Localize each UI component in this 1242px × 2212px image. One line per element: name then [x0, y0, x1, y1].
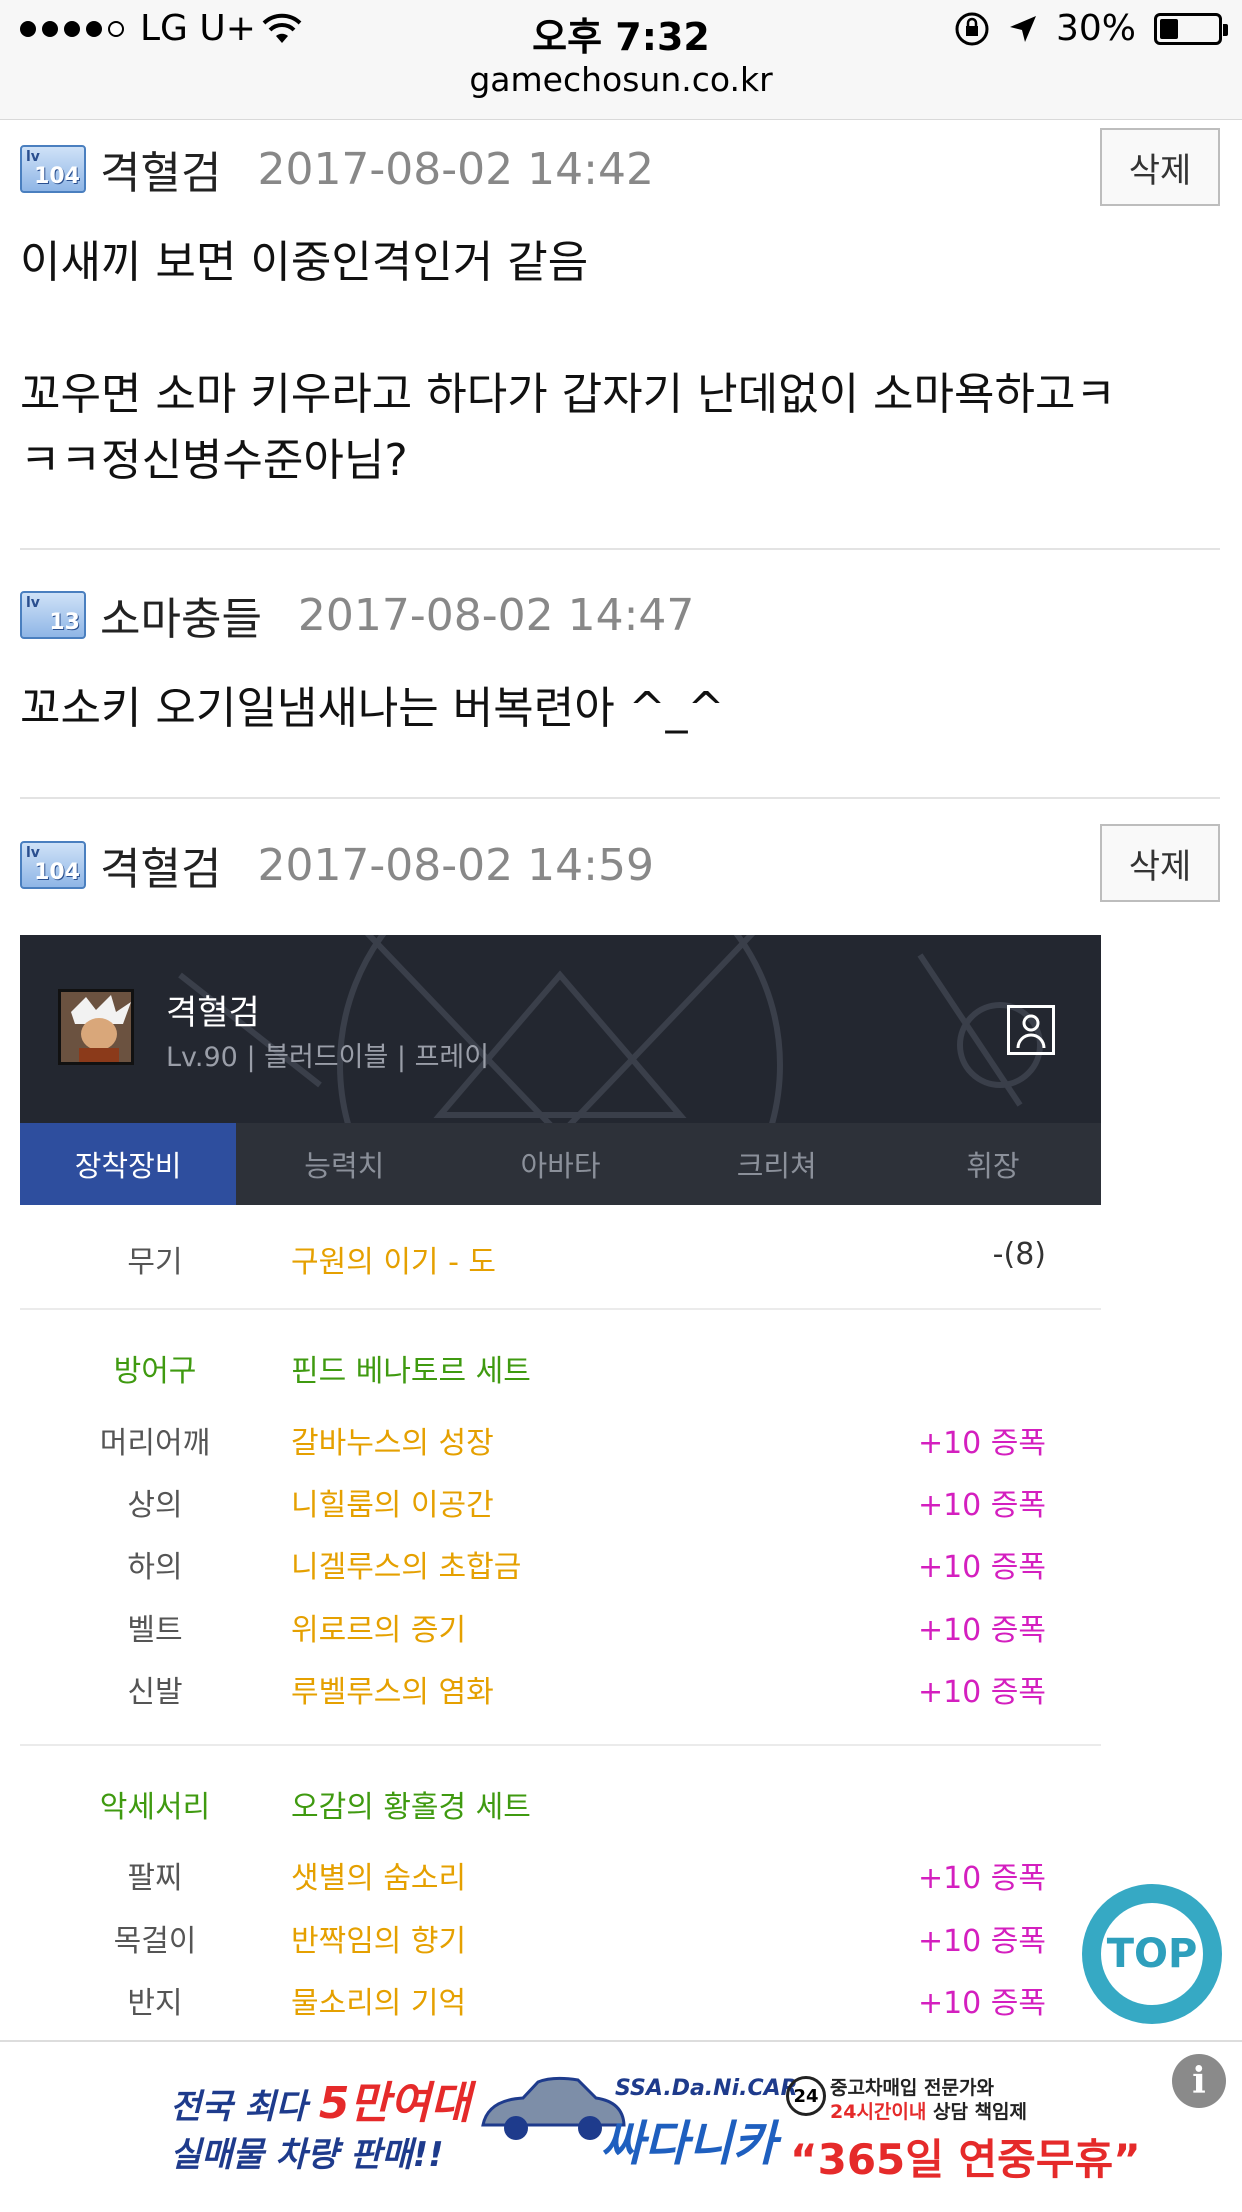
- accessory-set-row: 악세서리 오감의 황홀경 세트: [20, 1782, 1101, 1844]
- info-icon[interactable]: i: [1172, 2054, 1226, 2108]
- enhance-level: +10 증폭: [917, 1986, 1046, 2021]
- battery-icon: [1154, 12, 1228, 45]
- comment-item: lv 13 소마충들 2017-08-02 14:47 꼬소키 오기일냄새나는 버…: [20, 580, 1220, 742]
- item-name: 반짝임의 향기: [291, 1924, 467, 1959]
- comment-author[interactable]: 격혈검: [100, 833, 221, 897]
- character-name: 격혈검: [166, 993, 260, 1033]
- location-arrow-icon: [1009, 15, 1036, 42]
- scroll-top-button[interactable]: TOP: [1082, 1884, 1222, 2024]
- delete-button[interactable]: 삭제: [1100, 824, 1220, 902]
- tab-stats[interactable]: 능력치: [236, 1123, 452, 1205]
- equipment-row[interactable]: 머리어깨 갈바누스의 성장 +10 증폭: [20, 1418, 1101, 1480]
- enhance-level: +10 증폭: [917, 1924, 1046, 1959]
- enhance-level: +10 증폭: [917, 1675, 1046, 1710]
- ad-brand: 싸다니카: [600, 2116, 777, 2172]
- comment-author[interactable]: 격혈검: [100, 137, 221, 201]
- status-right: 30%: [954, 8, 1228, 49]
- tab-equipment[interactable]: 장착장비: [20, 1123, 237, 1205]
- comment-item: lv 104 격혈검 2017-08-02 14:59 삭제: [20, 824, 1220, 902]
- item-count: -(8): [992, 1237, 1046, 1272]
- comment-item: lv 104 격혈검 2017-08-02 14:42 삭제 이새끼 보면 이중인…: [20, 128, 1220, 494]
- comment-date: 2017-08-02 14:47: [297, 589, 695, 641]
- ad-right-text: 중고차매입 전문가와 24시간이내 상담 책임제: [830, 2077, 1028, 2123]
- item-name: 샛별의 숨소리: [291, 1861, 467, 1896]
- item-name: 루벨루스의 염화: [291, 1675, 494, 1710]
- ad-slogan: “365일 연중무휴”: [790, 2135, 1141, 2184]
- item-name: 위로르의 증기: [291, 1613, 467, 1648]
- ad-left-text: 전국 최다 5만여대 실매물 차량 판매!!: [170, 2078, 471, 2176]
- level-badge-icon: lv 104: [20, 145, 86, 193]
- ad-banner[interactable]: 전국 최다 5만여대 실매물 차량 판매!! SSA.Da.Ni.CAR 싸다니…: [0, 2040, 1242, 2212]
- equipment-row[interactable]: 하의 니겔루스의 초합금 +10 증폭: [20, 1542, 1101, 1604]
- level-badge-icon: lv 13: [20, 591, 86, 639]
- armor-set-row: 방어구 핀드 베나토르 세트: [20, 1346, 1101, 1408]
- set-name: 오감의 황홀경 세트: [291, 1790, 531, 1825]
- section-divider: [20, 1744, 1101, 1746]
- item-name: 니겔루스의 초합금: [291, 1550, 522, 1585]
- slot-label: 무기: [127, 1245, 183, 1280]
- character-info: Lv.90 | 블러드이블 | 프레이: [166, 1042, 490, 1073]
- character-card: 격혈검 Lv.90 | 블러드이블 | 프레이 장착장비 능력치 아바타 크리쳐…: [20, 935, 1101, 1205]
- item-name: 갈바누스의 성장: [291, 1426, 494, 1461]
- delete-button[interactable]: 삭제: [1100, 128, 1220, 206]
- ad-24-badge: 24: [786, 2076, 826, 2116]
- section-divider: [20, 1308, 1101, 1310]
- slot-label: 하의: [127, 1550, 183, 1585]
- equipment-row[interactable]: 상의 니힐룸의 이공간 +10 증폭: [20, 1480, 1101, 1542]
- status-bar: LG U+ 오후 7:32 gamechosun.co.kr 30%: [0, 0, 1242, 120]
- equipment-row[interactable]: 신발 루벨루스의 염화 +10 증폭: [20, 1667, 1101, 1729]
- enhance-level: +10 증폭: [917, 1550, 1046, 1585]
- enhance-level: +10 증폭: [917, 1426, 1046, 1461]
- item-name: 물소리의 기억: [291, 1986, 467, 2021]
- profile-icon[interactable]: [1007, 1005, 1055, 1055]
- enhance-level: +10 증폭: [917, 1613, 1046, 1648]
- item-name: 니힐룸의 이공간: [291, 1488, 494, 1523]
- set-name: 핀드 베나토르 세트: [291, 1354, 531, 1389]
- comment-date: 2017-08-02 14:42: [257, 143, 654, 195]
- comment-header: lv 104 격혈검 2017-08-02 14:59 삭제: [20, 824, 1220, 902]
- top-label: TOP: [1101, 1903, 1203, 2005]
- slot-label: 상의: [127, 1488, 183, 1523]
- ad-brand-small: SSA.Da.Ni.CAR: [615, 2076, 798, 2101]
- comment-body: 꼬소키 오기일냄새나는 버복련아 ^_^: [20, 683, 725, 734]
- slot-label: 신발: [127, 1675, 183, 1710]
- comment-divider: [20, 797, 1220, 799]
- equipment-row[interactable]: 목걸이 반짝임의 향기 +10 증폭: [20, 1916, 1101, 1978]
- slot-label: 벨트: [127, 1613, 183, 1648]
- equipment-row[interactable]: 벨트 위로르의 증기 +10 증폭: [20, 1605, 1101, 1667]
- set-category: 악세서리: [99, 1790, 211, 1825]
- slot-label: 목걸이: [113, 1924, 197, 1959]
- tab-avatar[interactable]: 아바타: [452, 1123, 668, 1205]
- battery-percent: 30%: [1055, 8, 1136, 49]
- tab-creature[interactable]: 크리쳐: [669, 1123, 885, 1205]
- set-category: 방어구: [113, 1354, 197, 1389]
- rotation-lock-icon: [955, 12, 989, 45]
- slot-label: 머리어깨: [99, 1426, 211, 1461]
- slot-label: 팔찌: [127, 1861, 183, 1896]
- tab-emblem[interactable]: 휘장: [885, 1123, 1101, 1205]
- character-avatar: [58, 989, 134, 1065]
- character-card-header: 격혈검 Lv.90 | 블러드이블 | 프레이: [20, 935, 1101, 1123]
- equipment-row-weapon[interactable]: 무기 구원의 이기 - 도 -(8): [20, 1237, 1101, 1299]
- comment-divider: [20, 548, 1220, 550]
- comment-header: lv 13 소마충들 2017-08-02 14:47: [20, 580, 1220, 650]
- equipment-tabs: 장착장비 능력치 아바타 크리쳐 휘장: [20, 1123, 1101, 1205]
- item-name: 구원의 이기 - 도: [291, 1245, 497, 1280]
- comment-header: lv 104 격혈검 2017-08-02 14:42 삭제: [20, 128, 1220, 206]
- url-bar[interactable]: gamechosun.co.kr: [0, 60, 1242, 99]
- comment-author[interactable]: 소마충들: [100, 583, 262, 647]
- enhance-level: +10 증폭: [917, 1861, 1046, 1896]
- level-badge-icon: lv 104: [20, 841, 86, 889]
- comment-body: 이새끼 보면 이중인격인거 같음 꼬우면 소마 키우라고 하다가 갑자기 난데없…: [20, 237, 1116, 486]
- equipment-row[interactable]: 팔찌 샛별의 숨소리 +10 증폭: [20, 1853, 1101, 1915]
- comment-date: 2017-08-02 14:59: [257, 839, 654, 891]
- equipment-row[interactable]: 반지 물소리의 기억 +10 증폭: [20, 1978, 1101, 2040]
- enhance-level: +10 증폭: [917, 1488, 1046, 1523]
- slot-label: 반지: [127, 1986, 183, 2021]
